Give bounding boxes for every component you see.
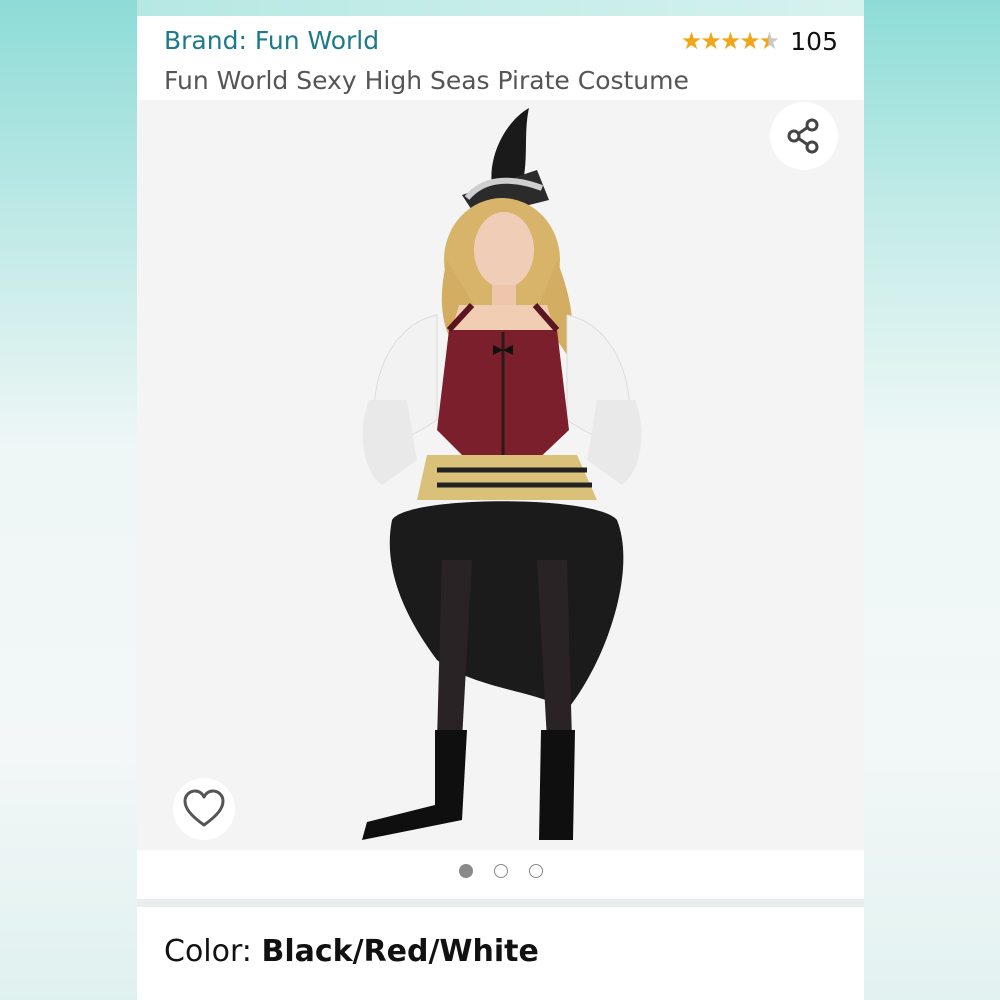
product-title: Fun World Sexy High Seas Pirate Costume: [164, 66, 689, 95]
pagination-dot[interactable]: [528, 864, 543, 878]
brand-link[interactable]: Brand: Fun World: [164, 26, 379, 55]
rating[interactable]: ★★★★★ 105: [681, 26, 838, 56]
color-value: Black/Red/White: [261, 934, 539, 969]
review-count[interactable]: 105: [790, 27, 838, 56]
background-left: [0, 0, 137, 1000]
color-selection: Color: Black/Red/White: [164, 934, 539, 969]
color-label: Color:: [164, 934, 262, 969]
wishlist-button[interactable]: [173, 778, 235, 840]
product-image[interactable]: [137, 100, 864, 850]
top-strip: [137, 0, 864, 16]
share-button[interactable]: [770, 102, 838, 170]
section-divider: [137, 899, 864, 907]
share-icon: [787, 118, 819, 154]
pagination-dot-active[interactable]: [458, 864, 473, 878]
pagination-dot[interactable]: [493, 864, 508, 878]
star-rating-icon: ★★★★★: [680, 26, 781, 56]
product-card: Brand: Fun World ★★★★★ 105 Fun World Sex…: [137, 16, 864, 1000]
half-star-icon: ★: [758, 27, 780, 55]
image-pagination: [137, 864, 864, 878]
heart-icon: [183, 789, 225, 827]
costume-illustration: [362, 108, 642, 840]
full-stars: ★★★★: [680, 27, 761, 55]
background-right: [864, 0, 1000, 1000]
